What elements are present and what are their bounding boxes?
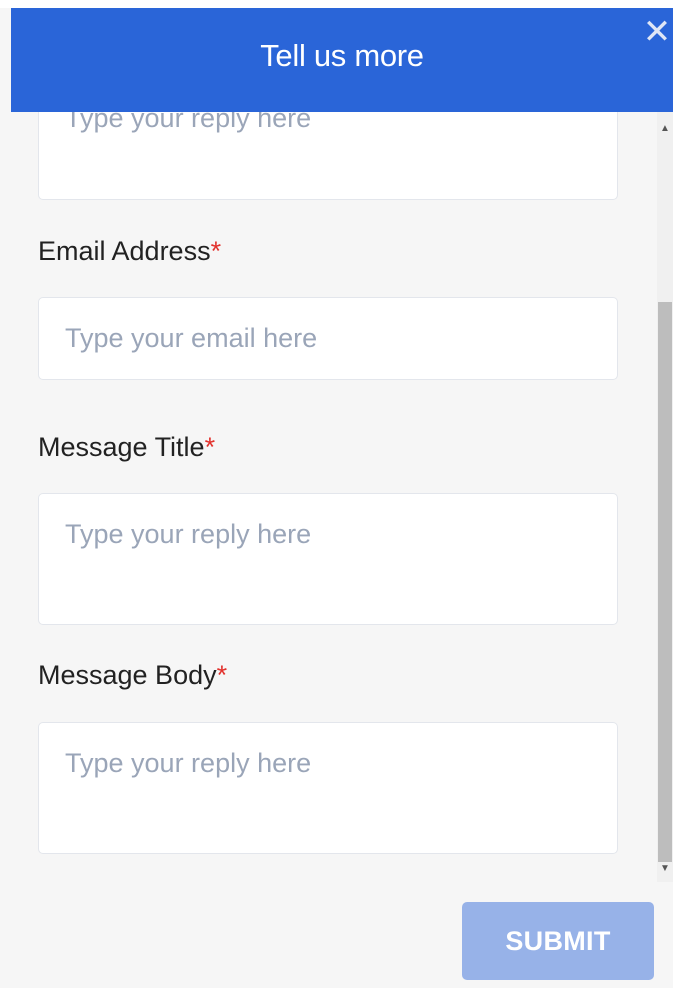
message-body-placeholder: Type your reply here <box>65 748 312 778</box>
email-label-text: Email Address <box>38 236 211 266</box>
modal-title: Tell us more <box>260 38 424 73</box>
message-title-label: Message Title* <box>38 432 215 463</box>
required-asterisk: * <box>216 660 228 690</box>
message-body-label: Message Body* <box>38 660 227 691</box>
modal-header: Tell us more ✕ <box>11 8 673 112</box>
message-body-label-text: Message Body <box>38 660 217 690</box>
message-body-textarea[interactable]: Type your reply here <box>38 722 618 854</box>
previous-reply-textarea[interactable]: Type your reply here <box>38 112 618 200</box>
submit-button[interactable]: SUBMIT <box>462 902 654 980</box>
scroll-up-icon[interactable]: ▲ <box>657 122 673 136</box>
email-input[interactable]: Type your email here <box>38 297 618 380</box>
message-title-placeholder: Type your reply here <box>65 519 312 549</box>
email-label: Email Address* <box>38 236 221 267</box>
message-title-label-text: Message Title <box>38 432 205 462</box>
form-scroll-area[interactable]: Type your reply here Email Address* Type… <box>11 112 657 882</box>
previous-reply-placeholder: Type your reply here <box>65 112 312 133</box>
required-asterisk: * <box>210 236 222 266</box>
message-title-textarea[interactable]: Type your reply here <box>38 493 618 625</box>
scroll-down-icon[interactable]: ▼ <box>657 862 673 876</box>
email-placeholder: Type your email here <box>65 323 318 353</box>
required-asterisk: * <box>204 432 216 462</box>
scrollbar-thumb[interactable] <box>658 302 672 862</box>
scrollbar[interactable]: ▲ ▼ <box>657 112 673 882</box>
close-icon[interactable]: ✕ <box>639 14 673 50</box>
top-strip <box>0 0 673 8</box>
